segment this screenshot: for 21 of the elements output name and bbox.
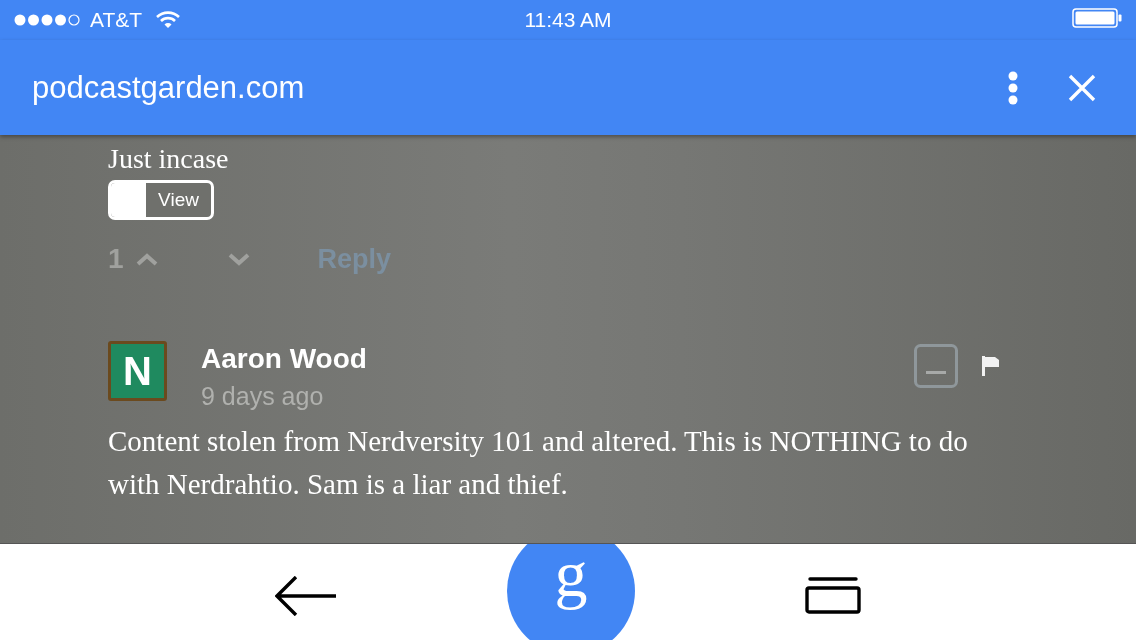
clock-time: 11:43 AM — [524, 8, 612, 31]
avatar: N — [108, 341, 167, 401]
comment-text: Just incase — [108, 142, 230, 176]
collapse-icon[interactable] — [914, 344, 958, 388]
carrier-name: AT&T — [90, 8, 143, 32]
back-arrow-icon[interactable] — [275, 576, 337, 616]
signal-icon — [14, 14, 82, 26]
upvote-icon[interactable] — [135, 252, 158, 266]
close-icon[interactable] — [1068, 73, 1096, 102]
tabs-icon[interactable] — [805, 576, 861, 614]
wifi-icon — [156, 11, 181, 29]
battery-icon — [1072, 7, 1122, 28]
downvote-icon[interactable] — [227, 252, 250, 266]
flag-icon[interactable] — [982, 356, 1000, 376]
comment-time: 9 days ago — [201, 381, 325, 412]
comment-text: Content stolen from Nerdversity 101 and altered. This is NOTHING to do with Nerdrahtio. Sam is a liar and thief. — [108, 424, 969, 502]
menu-icon[interactable] — [1008, 70, 1018, 105]
view-toggle[interactable]: View — [108, 180, 214, 220]
assistant-button[interactable]: g — [507, 544, 635, 640]
page-url: podcastgarden.com — [32, 69, 305, 105]
author-name[interactable]: Aaron Wood — [201, 342, 880, 376]
